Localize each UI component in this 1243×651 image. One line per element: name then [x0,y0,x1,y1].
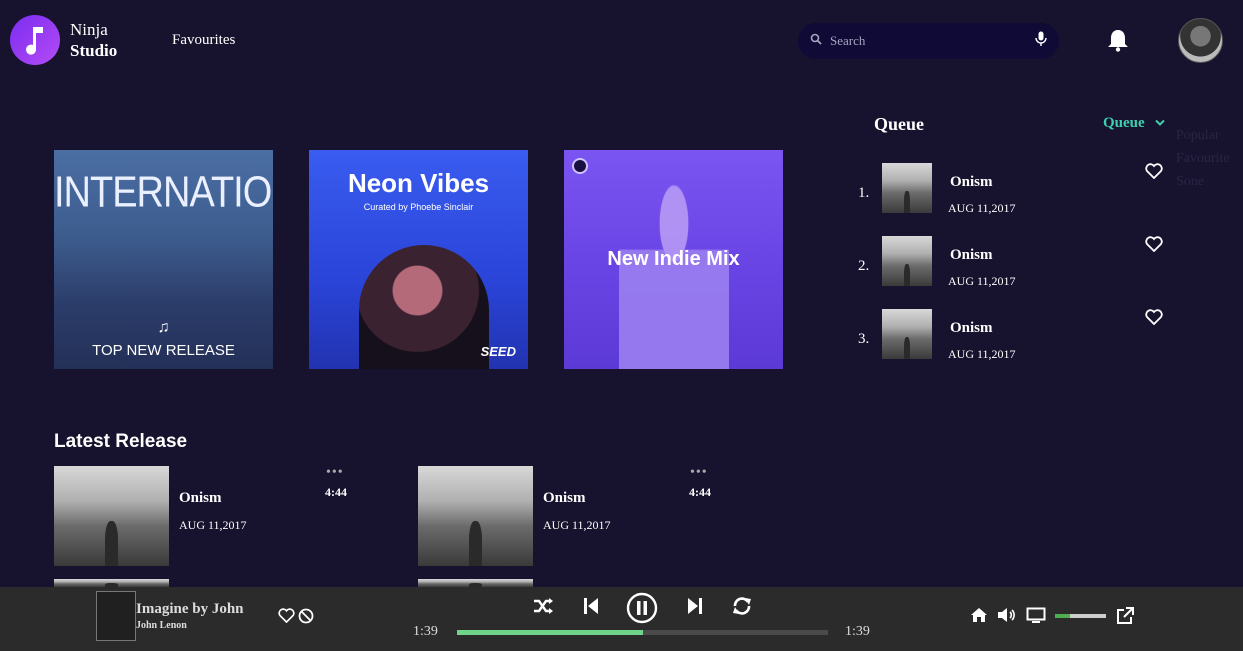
track-thumbnail [882,309,932,359]
search-bar[interactable] [798,23,1059,59]
now-playing-artist: John Lenon [136,620,187,631]
heart-icon[interactable] [1145,309,1163,330]
latest-release-heading: Latest Release [54,431,188,452]
track-duration: 4:44 [325,485,347,499]
previous-track-icon[interactable] [582,595,600,622]
progress-fill [457,630,643,635]
more-options-icon[interactable]: ••• [690,466,708,480]
app-name: Ninja Studio [70,19,117,61]
album-cover-artwork [619,175,729,369]
track-duration: 4:44 [689,485,711,499]
album-title: INTERNATIONAL [54,168,273,218]
device-monitor-icon[interactable] [1026,607,1046,629]
block-icon[interactable] [298,608,314,629]
album-card-international[interactable]: INTERNATIONAL ♫ TOP NEW RELEASE [54,150,273,369]
search-input[interactable] [830,33,1010,49]
album-title: Neon Vibes [347,168,490,198]
queue-item[interactable]: 1. Onism AUG 11,2017 [856,163,1176,215]
now-playing-thumbnail [96,591,136,641]
track-date: AUG 11,2017 [948,347,1016,361]
track-title: Onism [950,320,993,336]
track-date: AUG 11,2017 [179,518,247,532]
release-item[interactable]: Onism AUG 11,2017 ••• 4:44 [418,466,718,566]
now-playing-title: Imagine by John [136,601,244,617]
volume-icon[interactable] [997,607,1017,628]
album-title: New Indie Mix [607,248,740,270]
track-thumbnail [882,163,932,213]
track-title: Onism [950,174,993,190]
track-thumbnail [54,466,169,566]
dropdown-option[interactable]: Popular [1176,124,1230,147]
heart-icon[interactable] [1145,236,1163,257]
album-card-neon-vibes[interactable]: Neon Vibes Curated by Phoebe Sinclair SE… [309,150,528,369]
shuffle-icon[interactable] [532,595,554,622]
queue-item-number: 2. [858,258,870,274]
total-time: 1:39 [845,624,870,639]
queue-dropdown[interactable]: Queue [1103,115,1165,132]
track-title: Onism [179,490,222,506]
album-cover-artwork [359,245,489,369]
nav-favourites-link[interactable]: Favourites [172,32,235,49]
progress-bar[interactable] [457,630,828,635]
heart-icon[interactable] [1145,163,1163,184]
next-track-icon[interactable] [686,595,704,622]
queue-item-number: 3. [858,331,870,347]
dropdown-option[interactable]: Favourite [1176,147,1230,170]
external-link-icon[interactable] [1116,607,1134,630]
spotify-icon [572,158,588,174]
microphone-icon[interactable] [1035,31,1047,52]
volume-slider[interactable] [1055,614,1106,618]
app-name-line1: Ninja [70,20,108,39]
home-icon[interactable] [970,607,988,628]
search-icon [810,32,822,50]
repeat-icon[interactable] [731,595,753,622]
music-note-icon: ♫ [157,319,170,336]
app-logo[interactable]: Ninja Studio [10,15,117,65]
app-name-line2: Studio [70,41,118,60]
music-note-icon [10,15,60,65]
queue-dropdown-label: Queue [1103,115,1145,131]
more-options-icon[interactable]: ••• [326,466,344,480]
volume-fill [1055,614,1071,618]
chevron-down-icon [1154,115,1165,132]
track-thumbnail [882,236,932,286]
heart-icon[interactable] [278,608,295,628]
player-bar: Imagine by John John Lenon 1:39 1:39 [0,587,1243,651]
album-badge: SEED [480,344,516,359]
track-thumbnail [418,466,533,566]
queue-item[interactable]: 3. Onism AUG 11,2017 [856,309,1176,361]
pause-button[interactable] [626,592,658,629]
release-item[interactable]: Onism AUG 11,2017 ••• 4:44 [54,466,354,566]
track-thumbnail [54,579,169,587]
queue-item-number: 1. [858,185,870,201]
track-title: Onism [950,247,993,263]
track-thumbnail [418,579,533,587]
queue-dropdown-options: Popular Favourite Sone [1176,124,1230,193]
dropdown-option[interactable]: Sone [1176,170,1230,193]
track-date: AUG 11,2017 [948,274,1016,288]
track-date: AUG 11,2017 [948,201,1016,215]
queue-item[interactable]: 2. Onism AUG 11,2017 [856,236,1176,288]
album-subtitle: Curated by Phoebe Sinclair [363,202,474,212]
track-date: AUG 11,2017 [543,518,611,532]
queue-heading: Queue [874,114,925,134]
album-subtitle: TOP NEW RELEASE [92,342,235,359]
album-card-new-indie-mix[interactable]: New Indie Mix [564,150,783,369]
track-title: Onism [543,490,586,506]
notification-bell-icon[interactable] [1107,28,1129,57]
elapsed-time: 1:39 [413,624,438,639]
user-avatar[interactable] [1178,18,1223,63]
